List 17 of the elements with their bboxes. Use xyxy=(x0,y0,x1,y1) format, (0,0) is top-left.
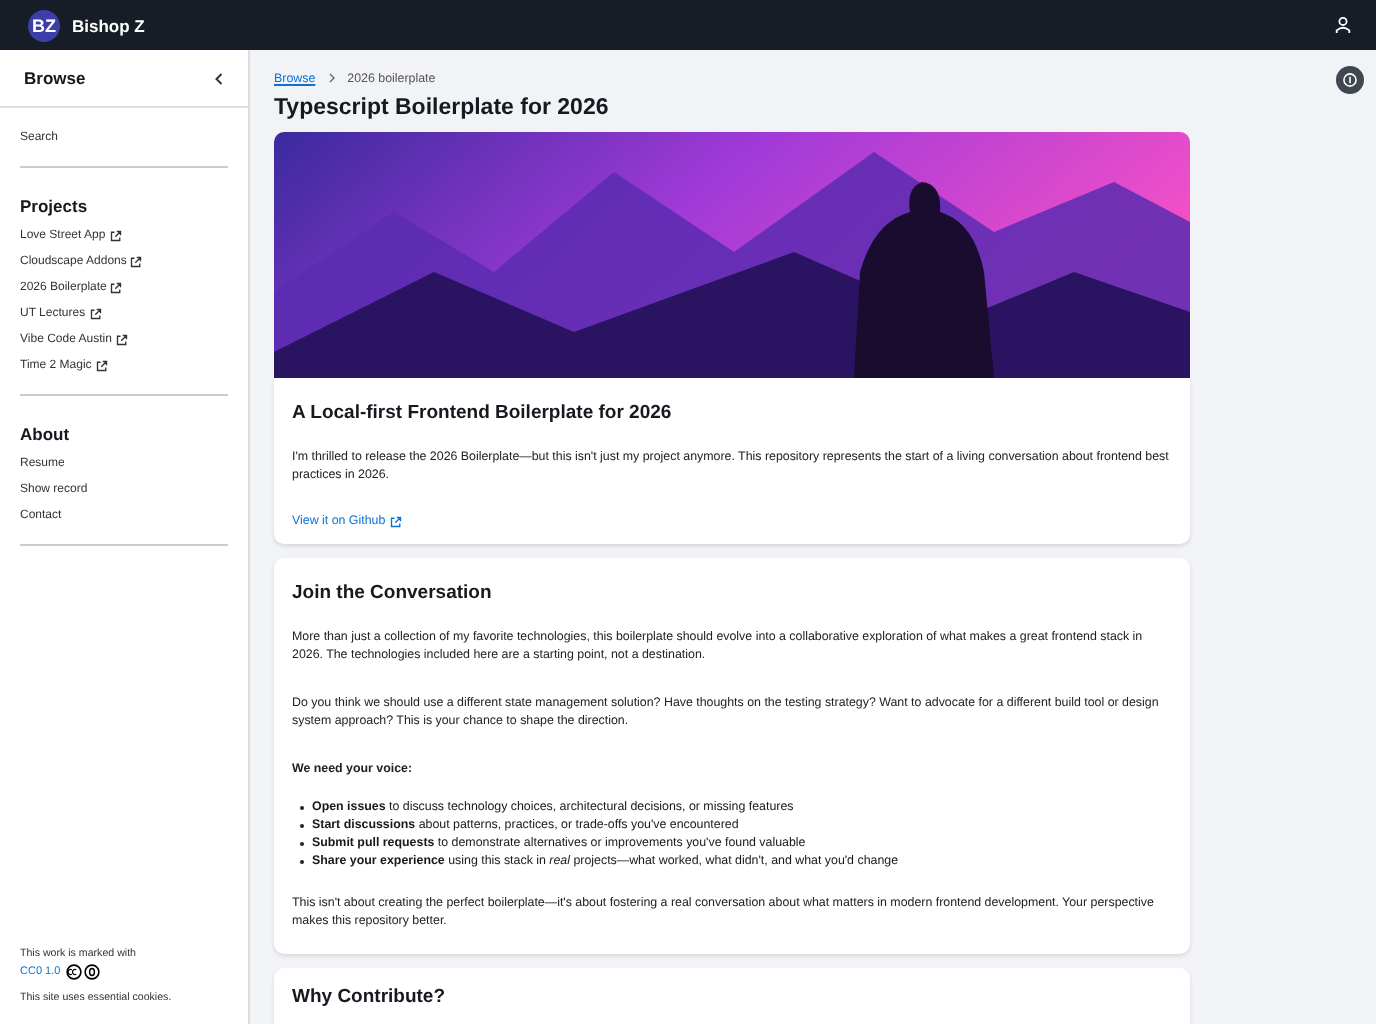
cc-icon xyxy=(66,964,83,980)
card-title: Why Contribute? xyxy=(292,986,448,1008)
info-icon xyxy=(1342,72,1358,88)
page-title: Typescript Boilerplate for 2026 xyxy=(274,96,611,120)
logo[interactable]: BZ xyxy=(28,9,60,41)
section-title: About xyxy=(20,424,72,444)
sidebar-title: Browse xyxy=(24,68,86,88)
card-title: Join the Conversation xyxy=(292,582,494,604)
user-icon[interactable] xyxy=(1334,16,1352,34)
card-title: A Local-first Frontend Boilerplate for 2026 xyxy=(292,402,674,424)
zero-icon xyxy=(84,964,101,980)
chevron-icon xyxy=(327,72,336,84)
section-title: Projects xyxy=(20,196,90,216)
site-title[interactable]: Bishop Z xyxy=(72,15,145,35)
collapse-icon[interactable] xyxy=(214,71,224,85)
external-link-icon xyxy=(389,515,402,527)
info-button[interactable] xyxy=(1336,66,1364,94)
